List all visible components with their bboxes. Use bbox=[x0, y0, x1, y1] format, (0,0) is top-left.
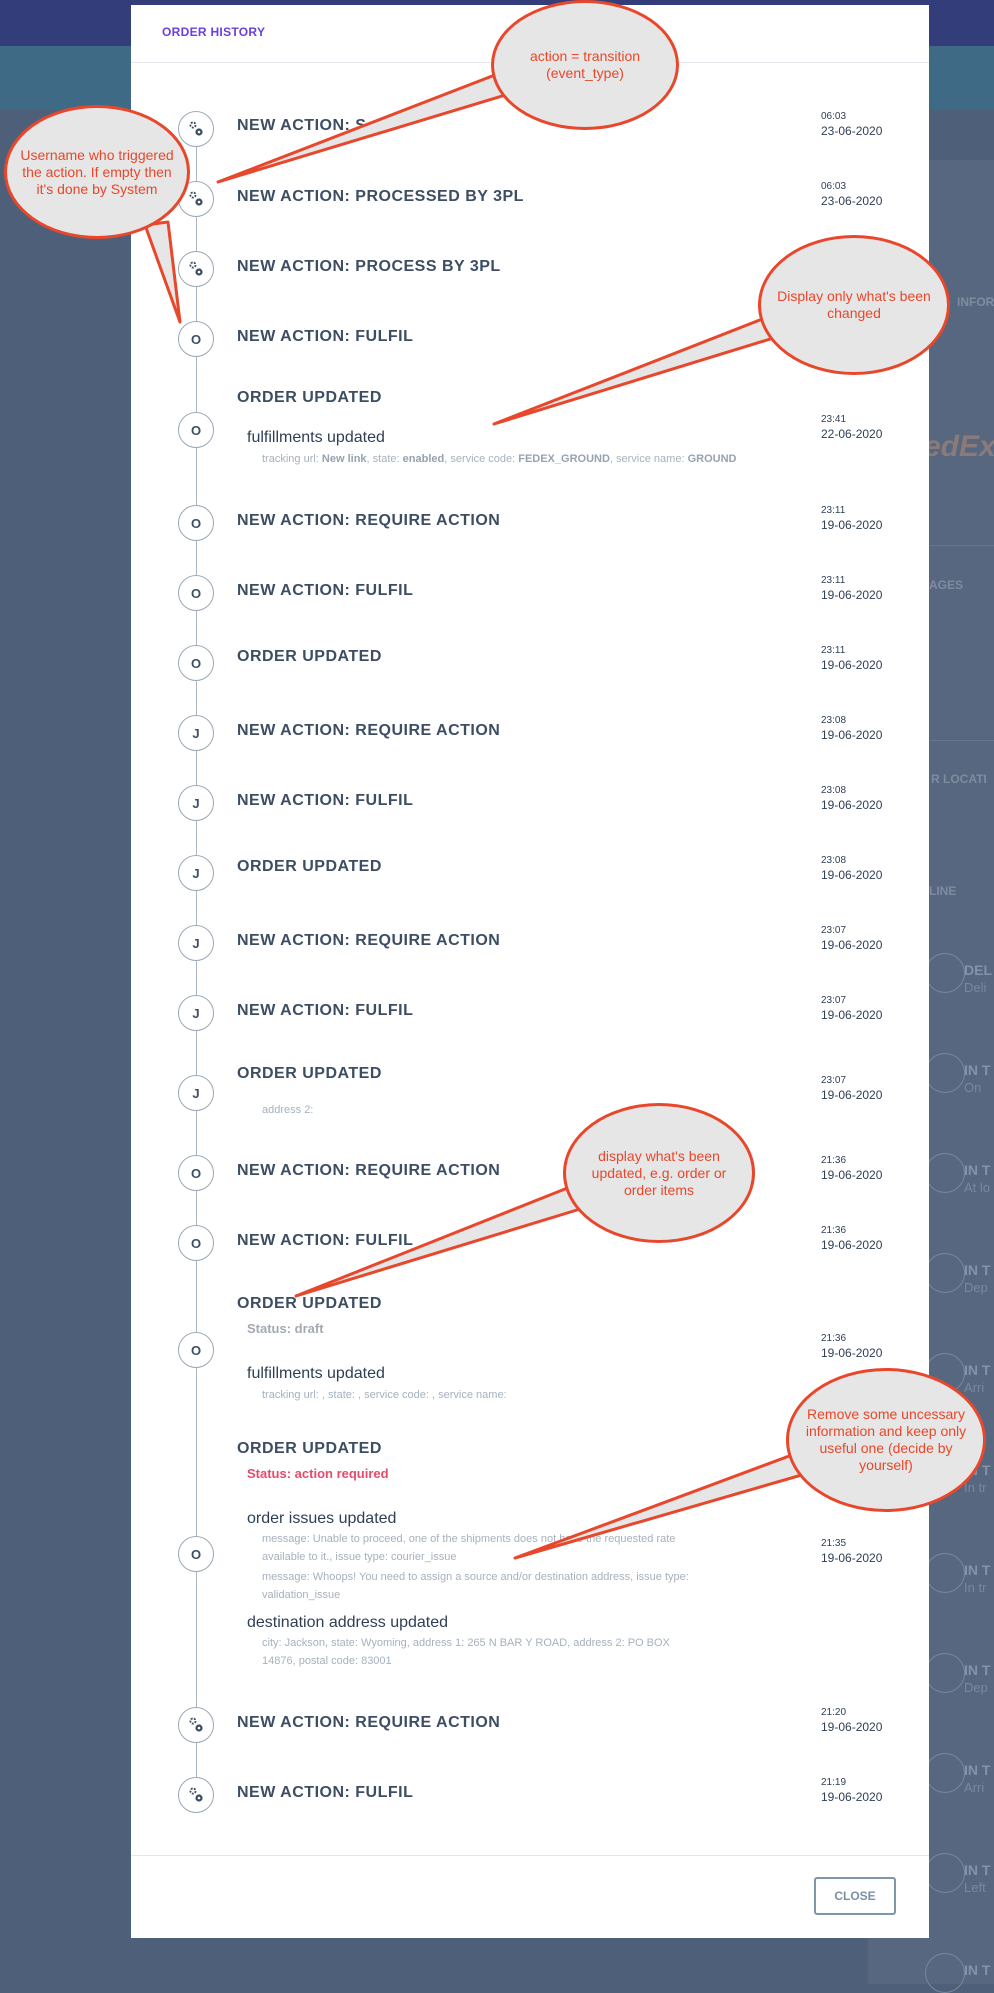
annotation-pointer bbox=[143, 220, 182, 324]
annotation-pointer bbox=[216, 71, 524, 184]
annotation-callout-changed: Display only what's been changed bbox=[758, 235, 950, 375]
annotation-callout-username: Username who triggered the action. If em… bbox=[4, 105, 190, 239]
annotation-pointer bbox=[513, 1450, 814, 1560]
annotation-callout-updated: display what's been updated, e.g. order … bbox=[563, 1103, 755, 1243]
annotation-callout-action: action = transition (event_type) bbox=[491, 0, 679, 130]
annotation-callout-remove: Remove some uncessary information and ke… bbox=[786, 1368, 986, 1512]
annotation-pointer bbox=[492, 316, 782, 426]
annotation-pointer bbox=[294, 1185, 592, 1298]
